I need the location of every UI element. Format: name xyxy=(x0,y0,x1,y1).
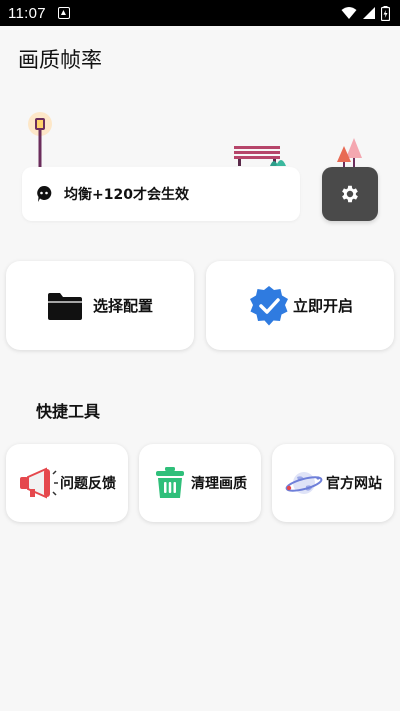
trash-icon xyxy=(156,467,184,498)
verified-badge-icon xyxy=(249,285,288,325)
select-config-button[interactable]: 选择配置 xyxy=(6,261,194,350)
clean-quality-button[interactable]: 清理画质 xyxy=(139,444,261,522)
folder-icon xyxy=(47,292,82,320)
status-time: 11:07 xyxy=(8,4,46,22)
planet-icon xyxy=(285,472,323,494)
official-website-button[interactable]: 官方网站 xyxy=(272,444,394,522)
start-now-button[interactable]: 立即开启 xyxy=(206,261,394,350)
info-card: 均衡+120才会生效 xyxy=(22,167,300,221)
signal-icon xyxy=(363,7,375,19)
park-bench-icon xyxy=(234,146,286,166)
settings-button[interactable] xyxy=(322,167,378,221)
message-bubble-icon xyxy=(37,185,52,202)
status-bar: 11:07 xyxy=(0,0,400,26)
clean-quality-label: 清理画质 xyxy=(191,476,247,492)
official-website-label: 官方网站 xyxy=(326,476,382,492)
info-text: 均衡+120才会生效 xyxy=(64,187,189,203)
gear-icon xyxy=(342,185,358,203)
battery-icon xyxy=(381,5,390,21)
tools-section-title: 快捷工具 xyxy=(36,402,101,421)
notification-icon xyxy=(57,7,70,19)
feedback-button[interactable]: 问题反馈 xyxy=(6,444,128,522)
trees-icon xyxy=(337,138,362,168)
feedback-label: 问题反馈 xyxy=(60,476,116,492)
page-title: 画质帧率 xyxy=(18,48,102,72)
select-config-label: 选择配置 xyxy=(92,297,153,315)
megaphone-icon xyxy=(20,467,58,499)
start-now-label: 立即开启 xyxy=(292,297,353,315)
wifi-icon xyxy=(341,7,357,19)
